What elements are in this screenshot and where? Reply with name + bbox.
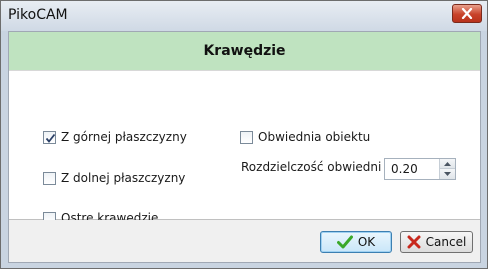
ok-button[interactable]: OK [320,231,392,253]
spin-up-button[interactable] [440,159,455,169]
top-surface-label: Z górnej płaszczyzny [61,130,187,144]
cancel-button[interactable]: Cancel [400,231,473,253]
dialog-header-title: Krawędzie [203,43,286,59]
dialog-header: Krawędzie [9,32,480,70]
object-envelope-option[interactable]: Obwiednia obiektu [240,129,370,145]
bottom-surface-label: Z dolnej płaszczyzny [61,171,186,185]
cancel-button-label: Cancel [425,235,467,249]
top-surface-option[interactable]: Z górnej płaszczyzny [43,129,187,145]
bottom-surface-option[interactable]: Z dolnej płaszczyzny [43,170,185,186]
spin-down-button[interactable] [440,169,455,179]
ok-button-label: OK [357,235,376,249]
close-button[interactable] [452,4,482,23]
resolution-value[interactable]: 0.20 [391,162,418,176]
resolution-label: Rozdzielczość obwiedni [241,160,382,174]
button-bar: OK Cancel [9,220,480,262]
resolution-spinbox[interactable]: 0.20 [384,158,456,180]
checkmark-icon [45,133,56,143]
title-bar[interactable]: PikoCAM [1,1,487,31]
green-check-icon [336,235,353,249]
options-panel: Z górnej płaszczyzny Z dolnej płaszczyzn… [9,70,480,225]
bottom-surface-checkbox[interactable] [43,171,56,185]
object-envelope-checkbox[interactable] [240,130,253,144]
dialog-window: PikoCAM Krawędzie Z górnej płaszczyzny Z… [0,0,488,269]
arrow-down-icon [444,172,451,176]
object-envelope-label: Obwiednia obiektu [258,130,371,144]
top-surface-checkbox[interactable] [43,130,56,144]
spin-buttons [439,159,455,179]
arrow-up-icon [444,161,451,166]
red-x-icon [407,235,421,249]
window-title: PikoCAM [8,7,68,23]
close-icon [461,8,473,19]
dialog-client-area: Krawędzie Z górnej płaszczyzny Z dolnej … [8,31,481,263]
